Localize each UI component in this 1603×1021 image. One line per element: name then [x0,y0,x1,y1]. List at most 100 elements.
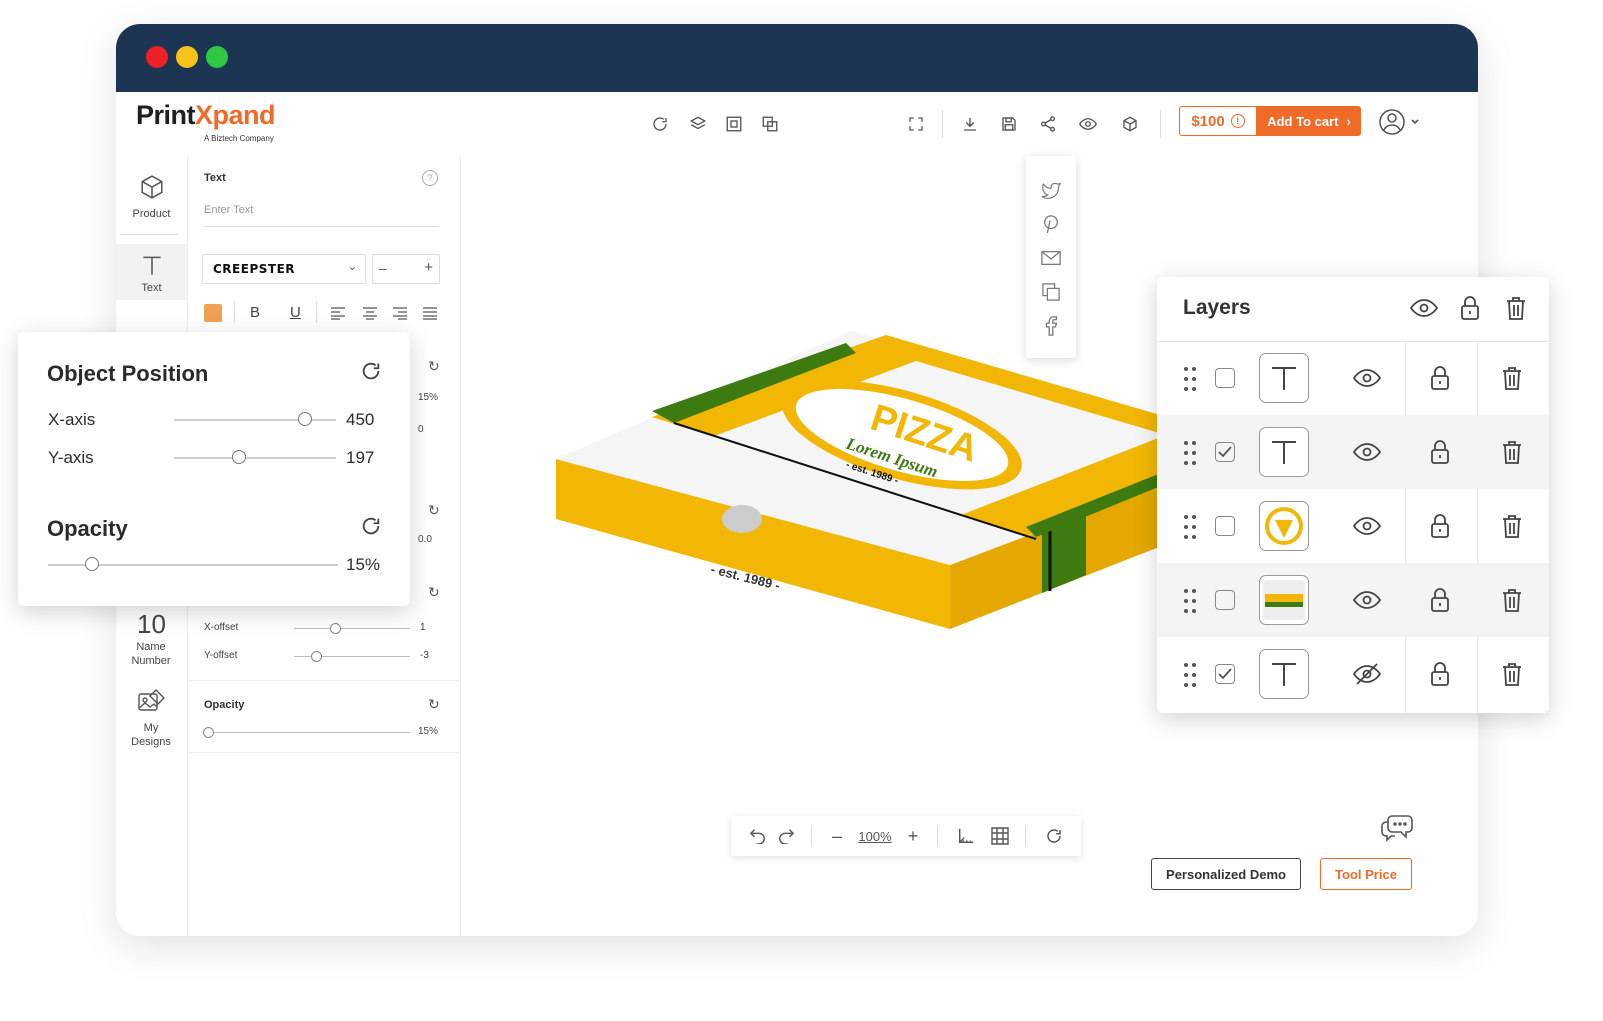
visibility-eye-icon[interactable] [1352,437,1382,467]
layer-row[interactable] [1157,637,1549,711]
text-color-swatch[interactable] [204,304,222,322]
pizza-box-mockup[interactable]: PIZZA Lorem Ipsum - est. 1989 - - est. 1… [556,331,1256,661]
layer-select-checkbox[interactable] [1215,368,1235,388]
layer-select-checkbox[interactable] [1215,442,1235,462]
drag-handle-icon[interactable] [1183,662,1197,693]
y-offset-slider[interactable] [294,651,410,662]
underline-button[interactable]: U [290,304,301,321]
font-size-stepper[interactable]: – + [372,254,440,284]
share-icon[interactable] [1036,112,1060,136]
sidebar-item-name-number[interactable]: 10 Name Number [116,610,187,668]
delete-all-icon[interactable] [1501,293,1531,323]
layer-lock-icon[interactable] [1425,363,1455,393]
slider-knob[interactable] [330,623,342,634]
reset-icon[interactable]: ↻ [428,584,440,601]
price-badge[interactable]: $100 ! [1179,106,1257,136]
copy-link-icon[interactable] [1039,280,1063,304]
drag-handle-icon[interactable] [1183,366,1197,397]
align-right-icon[interactable] [392,306,408,325]
hidden-eye-icon[interactable] [1352,659,1382,689]
minimize-window-dot[interactable] [176,46,198,68]
layer-row[interactable] [1157,489,1549,563]
layer-row[interactable] [1157,341,1549,415]
decrease-size-button[interactable]: – [379,260,387,276]
layer-lock-icon[interactable] [1425,585,1455,615]
layer-lock-icon[interactable] [1425,659,1455,689]
facebook-icon[interactable] [1039,314,1063,338]
slider-knob[interactable] [298,412,313,426]
twitter-icon[interactable] [1039,178,1063,202]
sidebar-item-text[interactable]: Text [116,244,187,300]
tool-price-button[interactable]: Tool Price [1320,858,1412,890]
text-input[interactable]: Enter Text [204,200,438,227]
zoom-in-icon[interactable]: + [903,824,923,848]
layer-thumbnail[interactable] [1259,501,1309,551]
3d-view-icon[interactable] [1118,112,1142,136]
slider-knob[interactable] [310,651,322,662]
opacity-slider[interactable] [202,727,410,738]
show-all-eye-icon[interactable] [1409,293,1439,323]
layer-delete-icon[interactable] [1497,363,1527,393]
brand-logo[interactable]: PrintXpand [136,100,276,131]
grid-icon[interactable] [989,824,1011,848]
drag-handle-icon[interactable] [1183,514,1197,545]
align-left-icon[interactable] [330,306,346,325]
layer-thumbnail[interactable] [1259,575,1309,625]
increase-size-button[interactable]: + [424,259,433,276]
layer-delete-icon[interactable] [1497,659,1527,689]
align-justify-icon[interactable] [422,306,438,325]
slider-knob[interactable] [231,450,246,464]
zoom-level[interactable]: 100% [855,824,895,848]
preview-icon[interactable] [1076,112,1100,136]
visibility-eye-icon[interactable] [1352,585,1382,615]
layer-thumbnail[interactable] [1259,353,1309,403]
sidebar-item-my-designs[interactable]: My Designs [116,686,187,749]
ruler-icon[interactable] [955,824,977,848]
visibility-eye-icon[interactable] [1352,363,1382,393]
fullscreen-icon[interactable] [904,112,928,136]
layer-delete-icon[interactable] [1497,511,1527,541]
layer-select-checkbox[interactable] [1215,516,1235,536]
download-icon[interactable] [958,112,982,136]
reset-opacity-icon[interactable] [360,515,382,542]
x-axis-slider[interactable] [174,412,336,426]
layer-thumbnail[interactable] [1259,427,1309,477]
opacity-slider[interactable] [48,557,338,571]
font-family-select[interactable]: CREEPSTER ⌄ [202,254,366,284]
bold-button[interactable]: B [250,304,260,321]
reset-icon[interactable]: ↻ [428,696,440,713]
add-to-cart-button[interactable]: Add To cart › [1257,106,1361,136]
visibility-eye-icon[interactable] [1352,511,1382,541]
maximize-window-dot[interactable] [206,46,228,68]
layer-select-checkbox[interactable] [1215,590,1235,610]
align-center-icon[interactable] [362,306,378,325]
slider-knob[interactable] [202,727,214,738]
zoom-out-icon[interactable]: – [827,824,847,848]
layer-delete-icon[interactable] [1497,585,1527,615]
slider-knob[interactable] [84,557,99,571]
arrange-icon[interactable] [758,112,782,136]
drag-handle-icon[interactable] [1183,440,1197,471]
layer-row[interactable] [1157,563,1549,637]
y-axis-slider[interactable] [174,450,336,464]
redo-icon[interactable] [775,824,797,848]
sidebar-item-product[interactable]: Product [116,174,187,221]
reset-icon[interactable]: ↻ [428,502,440,519]
x-offset-slider[interactable] [294,623,410,634]
email-icon[interactable] [1039,246,1063,270]
pinterest-icon[interactable] [1039,212,1063,236]
reset-position-icon[interactable] [360,360,382,387]
layer-lock-icon[interactable] [1425,437,1455,467]
save-icon[interactable] [997,112,1021,136]
drag-handle-icon[interactable] [1183,588,1197,619]
layer-row[interactable] [1157,415,1549,489]
undo-icon[interactable] [747,824,769,848]
layers-stack-icon[interactable] [686,112,710,136]
personalized-demo-button[interactable]: Personalized Demo [1151,858,1301,890]
reset-view-icon[interactable] [1043,824,1065,848]
reset-icon[interactable]: ↻ [428,358,440,375]
layer-lock-icon[interactable] [1425,511,1455,541]
layer-select-checkbox[interactable] [1215,664,1235,684]
layer-thumbnail[interactable] [1259,649,1309,699]
close-window-dot[interactable] [146,46,168,68]
